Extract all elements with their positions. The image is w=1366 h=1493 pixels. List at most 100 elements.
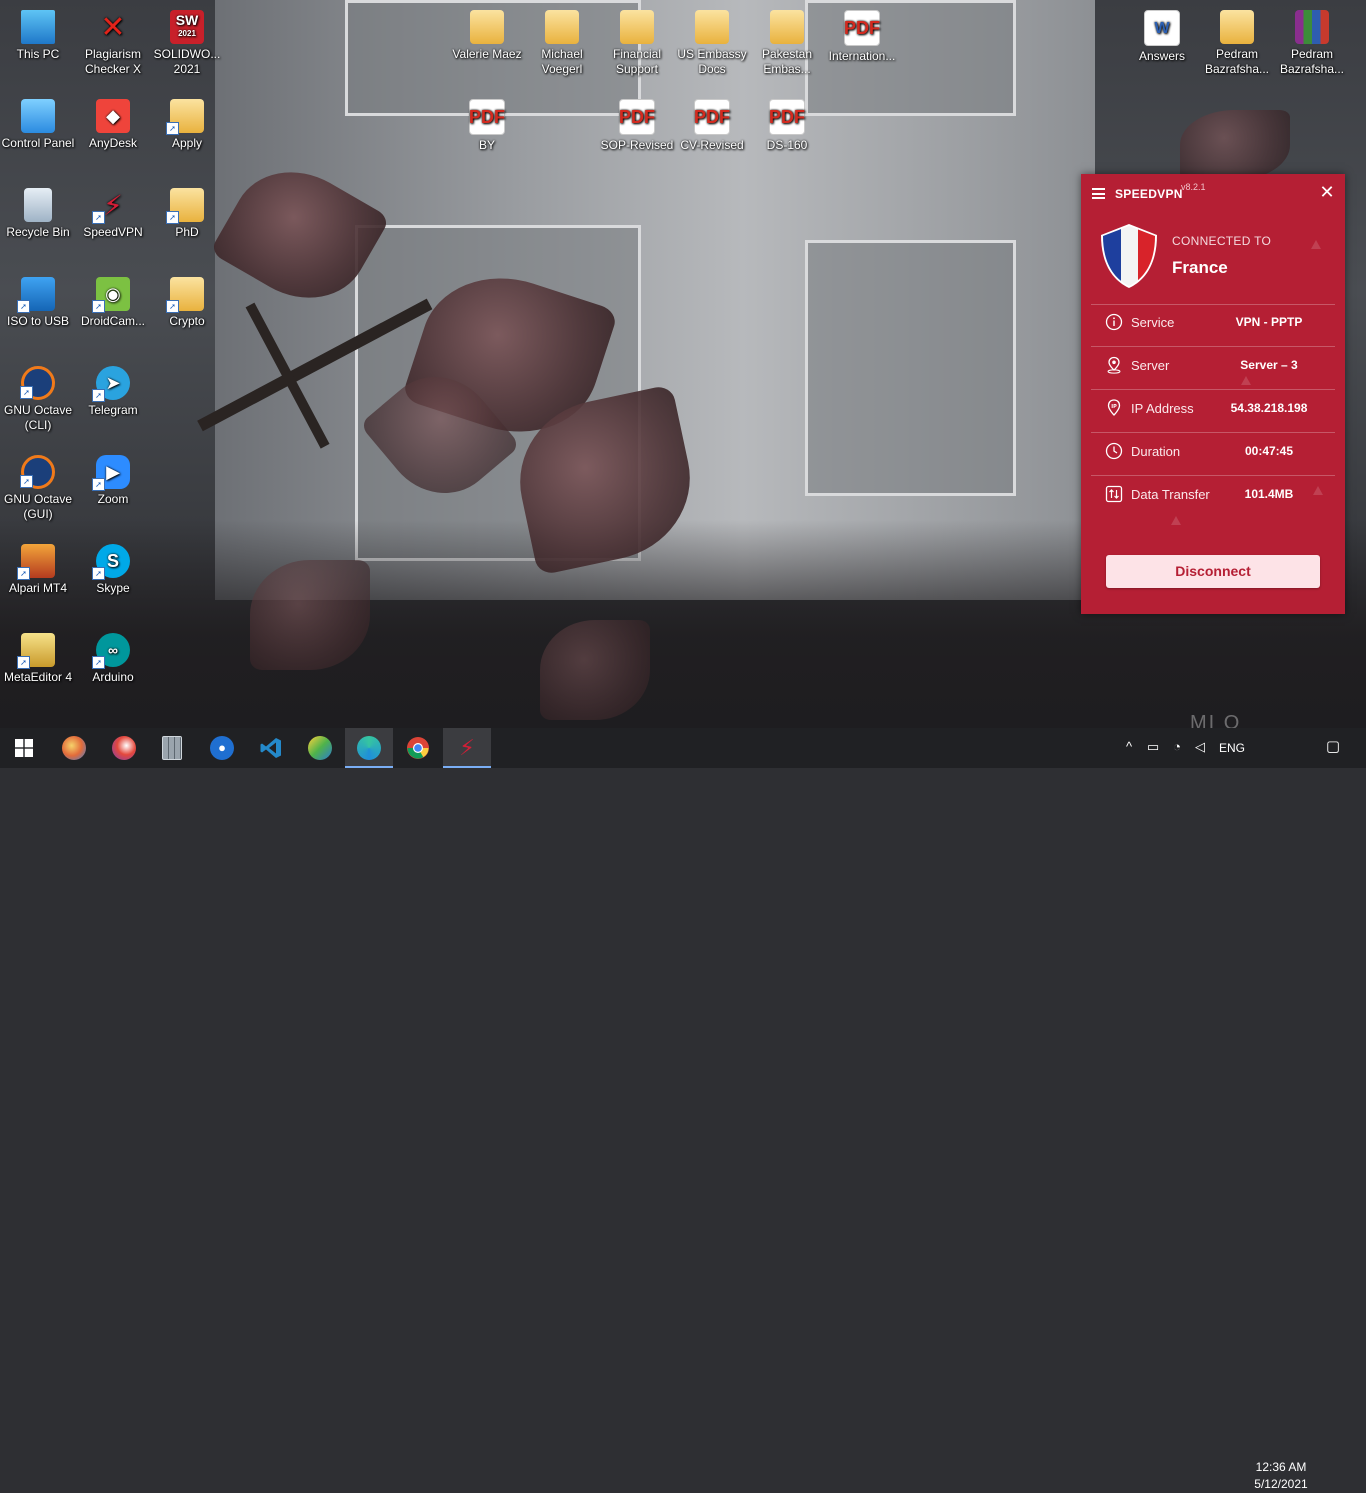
desktop-icon-by[interactable]: PDF BY bbox=[449, 99, 525, 153]
desktop-icon-ds-160[interactable]: PDF DS-160 bbox=[749, 99, 825, 153]
icon-label: Arduino bbox=[92, 670, 134, 684]
octave-icon: ➚ bbox=[20, 455, 55, 489]
taskbar-app-photos[interactable] bbox=[296, 728, 344, 768]
taskbar-app-calculator[interactable] bbox=[148, 728, 196, 768]
wifi-icon[interactable]: ◔ bbox=[1168, 738, 1186, 756]
folder-icon bbox=[770, 10, 804, 44]
pdf-file-icon: PDF bbox=[844, 10, 880, 46]
folder-icon bbox=[620, 10, 654, 44]
vpn-divider bbox=[1091, 432, 1335, 433]
hamburger-menu-icon[interactable] bbox=[1092, 188, 1105, 199]
desktop-icon-us-embassy-docs[interactable]: US Embassy Docs bbox=[674, 10, 750, 77]
desktop-icon-international[interactable]: PDF Internation... bbox=[824, 10, 900, 64]
desktop-icon-recycle-bin[interactable]: Recycle Bin bbox=[0, 188, 76, 240]
vscode-icon bbox=[260, 738, 281, 758]
desktop-icon-apply[interactable]: ➚ Apply bbox=[149, 99, 225, 151]
taskbar-app-maps[interactable]: ● bbox=[198, 728, 246, 768]
shortcut-arrow-icon: ➚ bbox=[17, 567, 30, 580]
infinity-icon: ∞ ➚ bbox=[92, 633, 130, 669]
france-flag-shield-icon bbox=[1101, 224, 1157, 288]
disconnect-button[interactable]: Disconnect bbox=[1106, 555, 1320, 588]
speaker-icon[interactable]: ◁ bbox=[1191, 738, 1209, 756]
taskbar-app-edge[interactable] bbox=[345, 728, 393, 768]
pdf-file-icon: PDF bbox=[619, 99, 655, 135]
paper-plane-icon: ➤ ➚ bbox=[92, 366, 130, 402]
ip-pin-icon: IP bbox=[1107, 399, 1121, 416]
pdf-file-icon: PDF bbox=[469, 99, 505, 135]
desktop-icon-cv-revised[interactable]: PDF CV-Revised bbox=[674, 99, 750, 153]
desktop-icon-crypto[interactable]: ➚ Crypto bbox=[149, 277, 225, 329]
desktop-icon-financial-support[interactable]: Financial Support bbox=[599, 10, 675, 77]
paint-icon bbox=[112, 736, 136, 760]
connected-country: France bbox=[1172, 258, 1228, 277]
vpn-divider bbox=[1091, 475, 1335, 476]
battery-icon[interactable]: ▭ bbox=[1144, 738, 1162, 756]
desktop-icon-answers[interactable]: W Answers bbox=[1124, 10, 1200, 64]
desktop-icon-sop-revised[interactable]: PDF SOP-Revised bbox=[599, 99, 675, 153]
row-value: Server – 3 bbox=[1240, 358, 1298, 372]
icon-label: Financial Support bbox=[612, 47, 662, 76]
clock-time: 12:36 AM bbox=[1255, 1460, 1307, 1474]
icon-label: Plagiarism Checker X bbox=[84, 47, 142, 76]
desktop-icon-phd[interactable]: ➚ PhD bbox=[149, 188, 225, 240]
shortcut-arrow-icon: ➚ bbox=[17, 656, 30, 669]
folder-icon: ➚ bbox=[166, 99, 204, 135]
language-indicator[interactable]: ENG bbox=[1219, 741, 1245, 755]
shortcut-arrow-icon: ➚ bbox=[92, 567, 105, 580]
pdf-badge: PDF bbox=[619, 106, 655, 127]
info-row-ip-address: IP IP Address 54.38.218.198 bbox=[1105, 399, 1329, 419]
desktop-icon-telegram[interactable]: ➤ ➚ Telegram bbox=[75, 366, 151, 418]
desktop-icon-gnu-octave-cli[interactable]: ➚ GNU Octave (CLI) bbox=[0, 366, 76, 433]
close-icon[interactable]: ✕ bbox=[1319, 183, 1335, 201]
desktop-icon-iso-to-usb[interactable]: ➚ ISO to USB bbox=[0, 277, 76, 329]
icon-label: Crypto bbox=[169, 314, 205, 328]
notification-icon[interactable]: ▢ bbox=[1324, 738, 1342, 756]
icon-label: DS-160 bbox=[766, 138, 808, 152]
desktop-icon-pedram-archive[interactable]: Pedram Bazrafsha... bbox=[1274, 10, 1350, 77]
desktop-icon-skype[interactable]: S ➚ Skype bbox=[75, 544, 151, 596]
desktop-icon-this-pc[interactable]: This PC bbox=[0, 10, 76, 62]
desktop-icon-droidcam[interactable]: ◉ ➚ DroidCam... bbox=[75, 277, 151, 329]
taskbar-app-chrome[interactable] bbox=[394, 728, 442, 768]
desktop-icon-valerie-maez[interactable]: Valerie Maez bbox=[449, 10, 525, 62]
desktop-icon-alpari-mt4[interactable]: ➚ Alpari MT4 bbox=[0, 544, 76, 596]
video-camera-icon: ▶ ➚ bbox=[92, 455, 130, 491]
icon-label: Control Panel bbox=[1, 136, 75, 150]
svg-text:IP: IP bbox=[1111, 404, 1117, 410]
chart-bars-icon: ➚ bbox=[17, 544, 55, 580]
desktop-icon-michael-voegerl[interactable]: Michael Voegerl bbox=[524, 10, 600, 77]
desktop-icon-metaeditor-4[interactable]: ➚ MetaEditor 4 bbox=[0, 633, 76, 685]
row-value: 101.4MB bbox=[1244, 487, 1294, 501]
taskbar-app-paint-3d[interactable] bbox=[50, 728, 98, 768]
start-button[interactable] bbox=[0, 728, 48, 768]
taskbar-app-paint[interactable] bbox=[100, 728, 148, 768]
shortcut-arrow-icon: ➚ bbox=[20, 475, 33, 488]
desktop-icon-anydesk[interactable]: ◆ AnyDesk bbox=[75, 99, 151, 151]
desktop-icon-arduino[interactable]: ∞ ➚ Arduino bbox=[75, 633, 151, 685]
desktop-icon-pakestan-embassy[interactable]: Pakestan Embas... bbox=[749, 10, 825, 77]
chevron-up-icon[interactable]: ^ bbox=[1120, 738, 1138, 756]
desktop-icon-plagiarism-checker[interactable]: ✕ Plagiarism Checker X bbox=[75, 10, 151, 77]
word-document-icon: W bbox=[1144, 10, 1180, 46]
taskbar-app-speedvpn[interactable]: ⚡ bbox=[443, 728, 491, 768]
shortcut-arrow-icon: ➚ bbox=[166, 122, 179, 135]
clock[interactable]: 12:36 AM 5/12/2021 bbox=[1248, 1459, 1314, 1493]
transfer-arrows-icon bbox=[1105, 485, 1123, 503]
desktop-icon-solidworks[interactable]: SW 2021 SOLIDWO... 2021 bbox=[149, 10, 225, 77]
android-camera-icon: ◉ ➚ bbox=[92, 277, 130, 313]
icon-label: DroidCam... bbox=[80, 314, 145, 328]
icon-label: SOP-Revised bbox=[600, 138, 674, 152]
desktop-icon-gnu-octave-gui[interactable]: ➚ GNU Octave (GUI) bbox=[0, 455, 76, 522]
usb-icon: ➚ bbox=[17, 277, 55, 313]
desktop-icon-zoom[interactable]: ▶ ➚ Zoom bbox=[75, 455, 151, 507]
taskbar-app-vscode[interactable] bbox=[247, 728, 295, 768]
icon-label: CV-Revised bbox=[680, 138, 744, 152]
desktop-icon-speedvpn[interactable]: ⚡ ➚ SpeedVPN bbox=[75, 188, 151, 240]
vpn-titlebar[interactable]: SPEEDVPN v8.2.1 ✕ bbox=[1081, 174, 1345, 214]
chrome-icon bbox=[407, 737, 429, 759]
desktop-icon-control-panel[interactable]: Control Panel bbox=[0, 99, 76, 151]
desktop-icon-pedram-folder[interactable]: Pedram Bazrafsha... bbox=[1199, 10, 1275, 77]
icon-label: AnyDesk bbox=[88, 136, 138, 150]
pdf-badge: PDF bbox=[844, 17, 880, 38]
icon-label: This PC bbox=[16, 47, 60, 61]
